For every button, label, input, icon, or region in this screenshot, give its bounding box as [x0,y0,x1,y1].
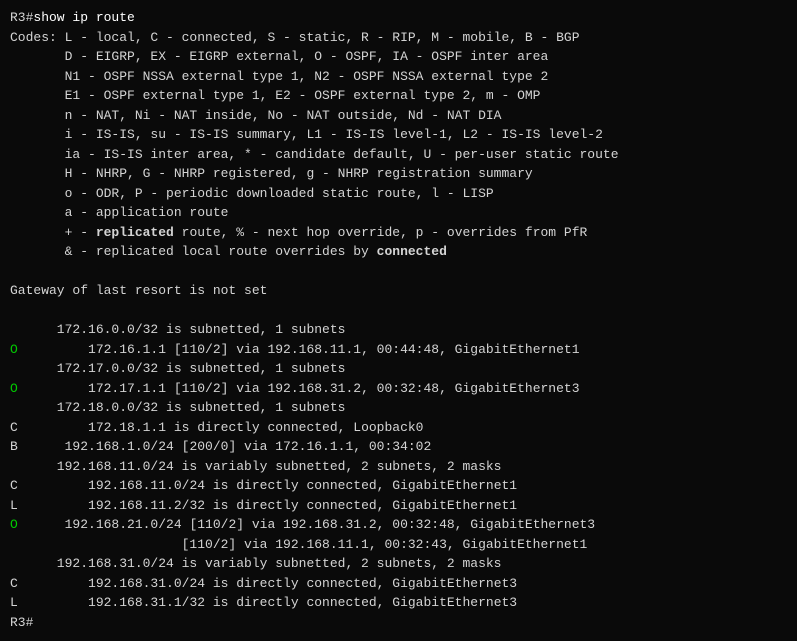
route-bgp-192-168-1: B 192.168.1.0/24 [200/0] via 172.16.1.1,… [10,437,787,457]
subnet-192-168-31: 192.168.31.0/24 is variably subnetted, 2… [10,554,787,574]
subnet-172-18: 172.18.0.0/32 is subnetted, 1 subnets [10,398,787,418]
route-connected-172-18: C 172.18.1.1 is directly connected, Loop… [10,418,787,438]
codes-line-9: o - ODR, P - periodic downloaded static … [10,184,787,204]
route-local-192-168-11: L 192.168.11.2/32 is directly connected,… [10,496,787,516]
subnet-172-17: 172.17.0.0/32 is subnetted, 1 subnets [10,359,787,379]
route-ospf-172-16: O 172.16.1.1 [110/2] via 192.168.11.1, 0… [10,340,787,360]
codes-line-8: H - NHRP, G - NHRP registered, g - NHRP … [10,164,787,184]
terminal: R3#show ip route Codes: L - local, C - c… [10,8,787,632]
codes-line-10: a - application route [10,203,787,223]
gateway-line: Gateway of last resort is not set [10,281,787,301]
route-ospf-192-168-21-cont: [110/2] via 192.168.11.1, 00:32:43, Giga… [10,535,787,555]
route-connected-192-168-11: C 192.168.11.0/24 is directly connected,… [10,476,787,496]
route-local-192-168-31: L 192.168.31.1/32 is directly connected,… [10,593,787,613]
end-prompt: R3# [10,615,33,630]
command: show ip route [33,10,134,25]
end-prompt-line: R3# [10,613,787,633]
codes-line-3: N1 - OSPF NSSA external type 1, N2 - OSP… [10,67,787,87]
codes-line-12: & - replicated local route overrides by … [10,242,787,262]
route-connected-192-168-31: C 192.168.31.0/24 is directly connected,… [10,574,787,594]
codes-line-11: + - replicated route, % - next hop overr… [10,223,787,243]
blank-1 [10,262,787,282]
codes-line-1: Codes: L - local, C - connected, S - sta… [10,28,787,48]
prompt-line: R3#show ip route [10,8,787,28]
codes-line-7: ia - IS-IS inter area, * - candidate def… [10,145,787,165]
codes-line-4: E1 - OSPF external type 1, E2 - OSPF ext… [10,86,787,106]
codes-line-2: D - EIGRP, EX - EIGRP external, O - OSPF… [10,47,787,67]
route-ospf-172-17: O 172.17.1.1 [110/2] via 192.168.31.2, 0… [10,379,787,399]
subnet-172-16: 172.16.0.0/32 is subnetted, 1 subnets [10,320,787,340]
subnet-192-168-11: 192.168.11.0/24 is variably subnetted, 2… [10,457,787,477]
prompt: R3# [10,10,33,25]
codes-line-5: n - NAT, Ni - NAT inside, No - NAT outsi… [10,106,787,126]
route-ospf-192-168-21: O 192.168.21.0/24 [110/2] via 192.168.31… [10,515,787,535]
codes-line-6: i - IS-IS, su - IS-IS summary, L1 - IS-I… [10,125,787,145]
blank-2 [10,301,787,321]
